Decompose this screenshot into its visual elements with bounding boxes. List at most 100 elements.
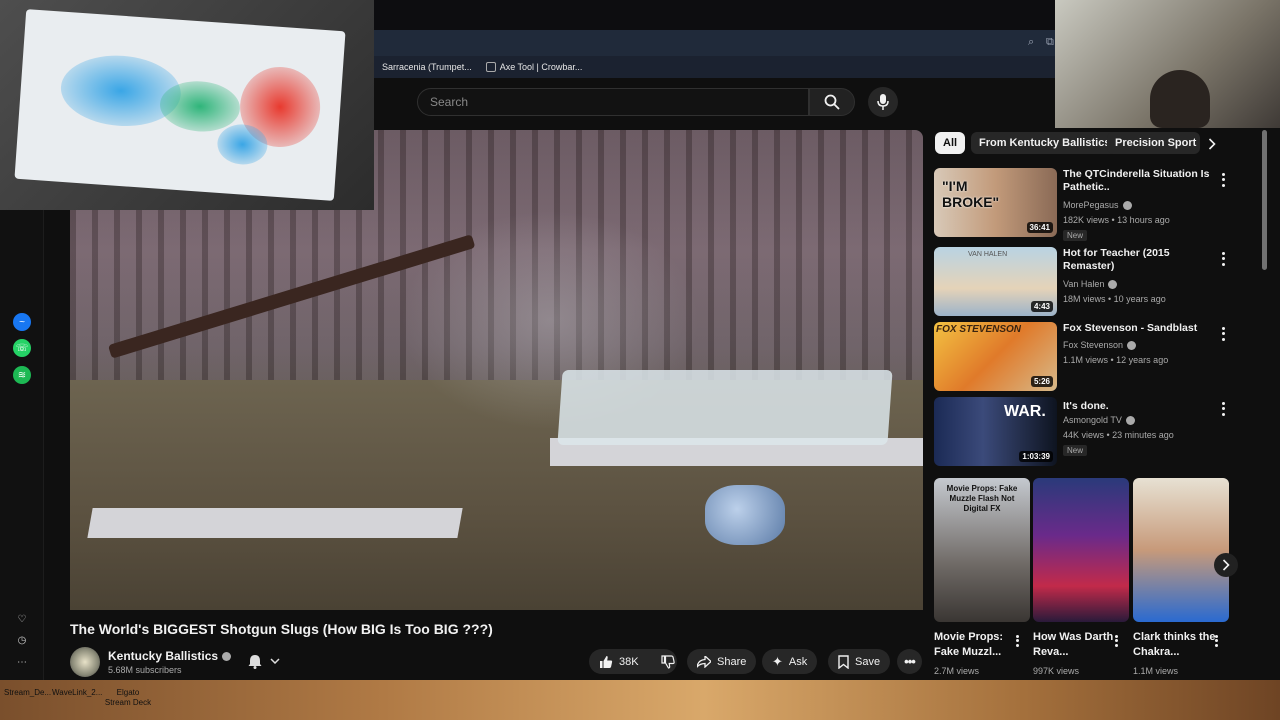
browser-tab-strip — [374, 0, 1056, 30]
streamer-head — [1150, 70, 1210, 128]
channel-name[interactable]: Kentucky Ballistics — [108, 649, 218, 663]
like-dislike-group: 38K — [589, 649, 677, 674]
verified-icon — [1127, 341, 1137, 351]
chip-all[interactable]: All — [935, 132, 966, 154]
short-title[interactable]: Clark thinks the Chakra... — [1133, 630, 1217, 660]
video-meta: 44K views • 23 minutes ago — [1063, 430, 1174, 440]
dislike-button[interactable] — [660, 654, 675, 669]
video-thumbnail[interactable]: WAR. 1:03:39 — [934, 397, 1057, 466]
video-title[interactable]: The QTCinderella Situation Is Pathetic.. — [1063, 168, 1223, 194]
thumbs-up-icon — [600, 655, 613, 668]
video-thumbnail[interactable]: FOX STEVENSON 5:26 — [934, 322, 1057, 391]
verified-icon — [222, 652, 232, 662]
search-placeholder: Search — [430, 95, 469, 109]
short-views: 2.7M views — [934, 666, 980, 676]
more-options-icon[interactable] — [1113, 634, 1119, 648]
video-title[interactable]: It's done. — [1063, 400, 1223, 413]
channel-name[interactable]: Asmongold TV — [1063, 415, 1135, 426]
webcam-overlay-painting — [0, 0, 374, 210]
duration-badge: 4:43 — [1030, 301, 1053, 312]
more-options-icon[interactable] — [1219, 326, 1227, 342]
channel-name[interactable]: MorePegasus — [1063, 200, 1132, 211]
verified-icon — [1108, 280, 1118, 290]
shorts-next-button[interactable] — [1214, 553, 1238, 577]
chip-from-channel[interactable]: From Kentucky Ballistics — [971, 132, 1119, 154]
extension-icon[interactable]: ⧉ — [1046, 36, 1054, 49]
search-button[interactable] — [809, 88, 855, 116]
microphone-icon — [877, 94, 889, 110]
more-options-icon[interactable] — [1219, 251, 1227, 267]
whatsapp-icon[interactable]: ☏ — [13, 339, 31, 357]
thumbnail-caption: WAR. — [1004, 403, 1046, 420]
short-thumbnail[interactable] — [1033, 478, 1129, 622]
more-icon[interactable]: ⋯ — [13, 653, 31, 671]
video-title[interactable]: Fox Stevenson - Sandblast — [1063, 322, 1223, 335]
spotify-icon[interactable]: ≋ — [13, 366, 31, 384]
voice-search-button[interactable] — [868, 87, 898, 117]
new-badge: New — [1063, 445, 1088, 456]
video-frame-water-jug — [705, 485, 785, 545]
short-views: 997K views — [1033, 666, 1080, 676]
bookmark-item[interactable]: Axe Tool | Crowbar... — [485, 62, 583, 72]
recommendation-item[interactable]: FOX STEVENSON 5:26 Fox Stevenson - Sandb… — [934, 322, 1234, 392]
heart-icon[interactable]: ♡ — [13, 610, 31, 628]
bookmark-item[interactable]: Sarracenia (Trumpet... — [382, 62, 472, 72]
more-actions-button[interactable]: ••• — [897, 649, 922, 674]
chevron-right-icon — [1222, 559, 1230, 571]
share-label: Share — [717, 655, 747, 668]
short-title[interactable]: How Was Darth Reva... — [1033, 630, 1117, 660]
video-thumbnail[interactable]: "I'M BROKE" 36:41 — [934, 168, 1057, 237]
axe-tool-bookmark-label: Axe Tool | Crowbar... — [499, 62, 583, 72]
channel-name[interactable]: Van Halen — [1063, 279, 1118, 290]
chips-next-button[interactable] — [1200, 133, 1224, 155]
sarracenia-bookmark-label: Sarracenia (Trumpet... — [382, 62, 472, 72]
chevron-right-icon — [1208, 138, 1216, 150]
history-icon[interactable]: ◷ — [13, 631, 31, 649]
video-thumbnail[interactable]: VAN HALEN 4:43 — [934, 247, 1057, 316]
recommendation-item[interactable]: VAN HALEN 4:43 Hot for Teacher (2015 Rem… — [934, 247, 1234, 317]
duration-badge: 5:26 — [1030, 376, 1053, 387]
channel-name[interactable]: Fox Stevenson — [1063, 340, 1137, 351]
messenger-icon[interactable]: ~ — [13, 313, 31, 331]
video-title[interactable]: Hot for Teacher (2015 Remaster) — [1063, 247, 1223, 273]
ask-button[interactable]: ✦ Ask — [762, 649, 818, 674]
channel-name-row[interactable]: Kentucky Ballistics — [108, 649, 232, 663]
video-meta: 1.1M views • 12 years ago — [1063, 355, 1169, 365]
share-button[interactable]: Share — [687, 649, 757, 674]
search-input[interactable]: Search — [417, 88, 809, 116]
short-title[interactable]: Movie Props: Fake Muzzl... — [934, 630, 1018, 660]
chip-precision-sport[interactable]: Precision Sport — [1107, 132, 1200, 154]
zoom-icon[interactable]: ⌕ — [1028, 36, 1034, 49]
browser-side-rail: ~ ☏ ≋ ♡ ◷ ⋯ — [0, 210, 44, 680]
like-button[interactable]: 38K — [599, 655, 639, 669]
verified-icon — [1122, 201, 1132, 211]
more-options-icon[interactable] — [1014, 634, 1020, 648]
recommendation-item[interactable]: WAR. 1:03:39 It's done. Asmongold TV 44K… — [934, 397, 1234, 467]
short-thumbnail[interactable]: Movie Props: Fake Muzzle Flash Not Digit… — [934, 478, 1030, 622]
taskbar-item[interactable]: Stream_De... — [4, 688, 51, 697]
taskbar-item[interactable]: Elgato Stream Deck — [104, 688, 152, 708]
channel-avatar[interactable] — [70, 647, 100, 677]
recommendation-item[interactable]: "I'M BROKE" 36:41 The QTCinderella Situa… — [934, 168, 1234, 241]
browser-address-bar[interactable]: ⌕ ⧉ — [374, 30, 1056, 56]
save-button[interactable]: Save — [828, 649, 891, 674]
taskbar-item[interactable]: WaveLink_2... — [52, 688, 102, 697]
notification-button[interactable] — [240, 649, 288, 673]
webcam-overlay-streamer — [1055, 0, 1280, 128]
thumbnail-caption: VAN HALEN — [968, 251, 1008, 258]
thumbnail-caption: FOX STEVENSON — [936, 324, 1022, 335]
ask-label: Ask — [788, 655, 808, 668]
chevron-down-icon — [270, 658, 280, 664]
video-frame-gel-block — [557, 370, 893, 445]
duration-badge: 36:41 — [1026, 222, 1053, 233]
page-scrollbar[interactable] — [1262, 130, 1267, 270]
more-options-icon[interactable] — [1219, 172, 1227, 188]
video-title: The World's BIGGEST Shotgun Slugs (How B… — [70, 621, 493, 637]
more-options-icon[interactable] — [1213, 634, 1219, 648]
new-badge: New — [1063, 230, 1088, 241]
sparkle-icon: ✦ — [772, 653, 783, 669]
short-thumbnail[interactable] — [1133, 478, 1229, 622]
more-horizontal-icon: ••• — [904, 654, 916, 669]
more-options-icon[interactable] — [1219, 401, 1227, 417]
subscriber-count: 5.68M subscribers — [108, 665, 182, 675]
